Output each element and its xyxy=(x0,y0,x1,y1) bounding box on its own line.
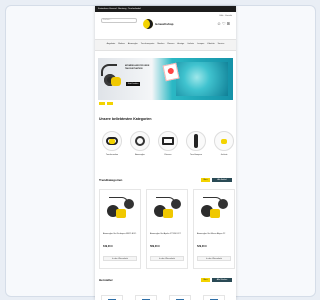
fins-icon xyxy=(158,131,178,151)
brand-logo[interactable] xyxy=(169,295,191,300)
add-to-cart-button[interactable]: In den Warenkorb xyxy=(103,256,137,261)
category-label: Tauchlampen xyxy=(190,154,202,156)
categories-title: Unsere beliebtesten Kategorien xyxy=(99,117,152,121)
category-item[interactable]: Atemregler xyxy=(129,131,151,156)
product-name[interactable]: Atemregler-Set Scubapro MK25 EVO xyxy=(103,233,137,236)
category-item[interactable]: Flossen xyxy=(157,131,179,156)
category-item[interactable]: Tauchmasken xyxy=(101,131,123,156)
brands-new-badge[interactable]: Neu xyxy=(201,278,210,282)
nav-item[interactable]: Lampen xyxy=(197,42,204,48)
new-badge[interactable]: Neu xyxy=(201,178,210,182)
product-card[interactable]: Atemregler-Set Apeks XTX50 DST 589,00 € … xyxy=(146,189,188,269)
category-item[interactable]: Tauchlampen xyxy=(185,131,207,156)
trends-title: Trendkategorien xyxy=(99,178,123,182)
mask-icon xyxy=(102,131,122,151)
product-price: 649,00 € xyxy=(103,245,113,248)
product-name[interactable]: Atemregler-Set Mares Abyss 22 xyxy=(197,233,231,236)
nav-item[interactable]: Marken xyxy=(118,42,125,48)
product-row: Atemregler-Set Scubapro MK25 EVO 649,00 … xyxy=(99,189,235,269)
carousel-dot[interactable] xyxy=(99,102,105,105)
all-products-button[interactable]: Alle Artikel xyxy=(212,178,232,182)
utility-links[interactable]: Hilfe · Kontakt xyxy=(219,15,232,17)
category-item[interactable]: Jackets xyxy=(213,131,235,156)
nav-item[interactable]: Flossen xyxy=(167,42,174,48)
product-card[interactable]: Atemregler-Set Scubapro MK25 EVO 649,00 … xyxy=(99,189,141,269)
brands-title: Hersteller xyxy=(99,278,113,282)
cart-icon[interactable]: ⊞ xyxy=(227,21,231,26)
nav-item[interactable]: Service xyxy=(218,42,225,48)
regulator-yellow-image xyxy=(111,77,121,86)
bcd-icon xyxy=(214,131,234,151)
carousel-dots[interactable] xyxy=(99,102,113,105)
category-label: Flossen xyxy=(164,154,172,156)
hero-banner[interactable]: ATEMREGLER FÜR JEDE TAUCHSITUATION Jetzt… xyxy=(98,58,233,100)
promo-card-image xyxy=(162,62,180,82)
product-price: 529,00 € xyxy=(197,245,207,248)
logo-text[interactable]: la tauchshop xyxy=(155,22,174,26)
header-icons[interactable]: ☺♡⊞ xyxy=(217,21,231,26)
flashlight-icon xyxy=(186,131,206,151)
search-input[interactable]: Suchen... xyxy=(101,18,137,23)
add-to-cart-button[interactable]: In den Warenkorb xyxy=(150,256,184,261)
logo-icon[interactable] xyxy=(143,19,153,29)
nav-item[interactable]: Tauchcomputer xyxy=(141,42,155,48)
nav-item[interactable]: Angebote xyxy=(107,42,116,48)
regulator-icon xyxy=(130,131,150,151)
nav-item[interactable]: Atemregler xyxy=(128,42,138,48)
shop-page: Kostenloser Versand · Beratung · Taucher… xyxy=(95,6,236,300)
banner-cta-button[interactable]: Jetzt kaufen xyxy=(126,82,140,86)
product-price: 589,00 € xyxy=(150,245,160,248)
category-label: Jackets xyxy=(220,154,228,156)
nav-item[interactable]: Jackets xyxy=(187,42,194,48)
brand-logo[interactable] xyxy=(203,295,225,300)
product-image[interactable] xyxy=(198,195,230,225)
diver-photo xyxy=(176,62,228,96)
product-name[interactable]: Atemregler-Set Apeks XTX50 DST xyxy=(150,233,184,236)
product-card[interactable]: Atemregler-Set Mares Abyss 22 529,00 € I… xyxy=(193,189,235,269)
nav-item[interactable]: Anzüge xyxy=(177,42,184,48)
brand-logo[interactable] xyxy=(101,295,123,300)
add-to-cart-button[interactable]: In den Warenkorb xyxy=(197,256,231,261)
category-label: Tauchmasken xyxy=(105,154,119,156)
nav-item[interactable]: Zubehör xyxy=(207,42,214,48)
nav-item[interactable]: Masken xyxy=(157,42,164,48)
all-brands-button[interactable]: Alle Marken xyxy=(212,278,232,282)
category-label: Atemregler xyxy=(135,154,145,156)
banner-headline: ATEMREGLER FÜR JEDE TAUCHSITUATION xyxy=(125,65,150,70)
main-navigation: Angebote Marken Atemregler Tauchcomputer… xyxy=(95,39,236,51)
product-image[interactable] xyxy=(151,195,183,225)
carousel-dot[interactable] xyxy=(107,102,113,105)
product-image[interactable] xyxy=(104,195,136,225)
brand-logo[interactable] xyxy=(135,295,157,300)
